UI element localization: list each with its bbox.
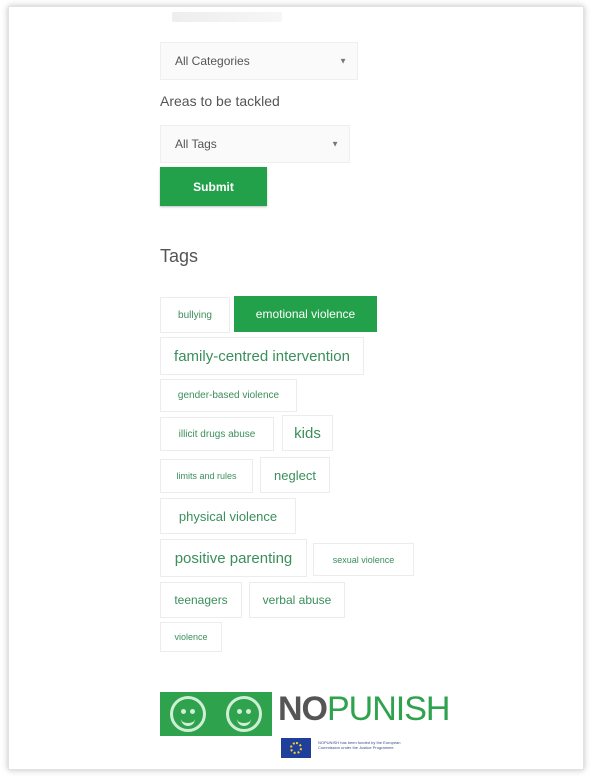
area-label: Areas to be tackled (160, 93, 280, 109)
tag-neglect[interactable]: neglect (260, 457, 330, 493)
tag-limits-and-rules[interactable]: limits and rules (160, 459, 253, 493)
face-icon (226, 696, 262, 732)
tag-kids[interactable]: kids (282, 415, 333, 451)
eu-flag-icon (281, 738, 311, 758)
category-select-value: All Categories (175, 54, 250, 68)
logo-no: NO (278, 690, 328, 728)
tag-emotional-violence[interactable]: emotional violence (234, 296, 377, 332)
tag-gender-based-violence[interactable]: gender-based violence (160, 379, 297, 412)
chevron-down-icon: ▼ (339, 56, 347, 66)
tag-verbal-abuse[interactable]: verbal abuse (249, 582, 345, 618)
tag-violence[interactable]: violence (160, 622, 222, 652)
tag-illicit-drugs-abuse[interactable]: illicit drugs abuse (160, 417, 274, 451)
chevron-down-icon: ▼ (331, 139, 339, 149)
tag-physical-violence[interactable]: physical violence (160, 498, 296, 534)
logo-punish: PUNISH (327, 690, 450, 728)
tag-teenagers[interactable]: teenagers (160, 582, 242, 618)
submit-button[interactable]: Submit (160, 167, 267, 206)
tag-family-centred-intervention[interactable]: family-centred intervention (160, 337, 364, 375)
tags-heading: Tags (160, 246, 199, 266)
tag-select[interactable]: All Tags ▼ (160, 125, 350, 163)
cropped-label (172, 12, 282, 22)
tag-positive-parenting[interactable]: positive parenting (160, 539, 307, 577)
eu-funding-text: NOPUNISH has been funded by the European… (318, 740, 401, 750)
children-faces-logo-icon (160, 692, 272, 736)
logo-wordmark: NOPUNISH (278, 690, 450, 729)
category-select[interactable]: All Categories ▼ (160, 42, 358, 80)
face-icon (170, 696, 206, 732)
tag-sexual-violence[interactable]: sexual violence (313, 543, 414, 576)
tag-select-value: All Tags (175, 137, 217, 151)
nopunish-logo: NOPUNISH NOPUNISH has been funded by the… (158, 688, 450, 758)
tag-bullying[interactable]: bullying (160, 297, 230, 333)
